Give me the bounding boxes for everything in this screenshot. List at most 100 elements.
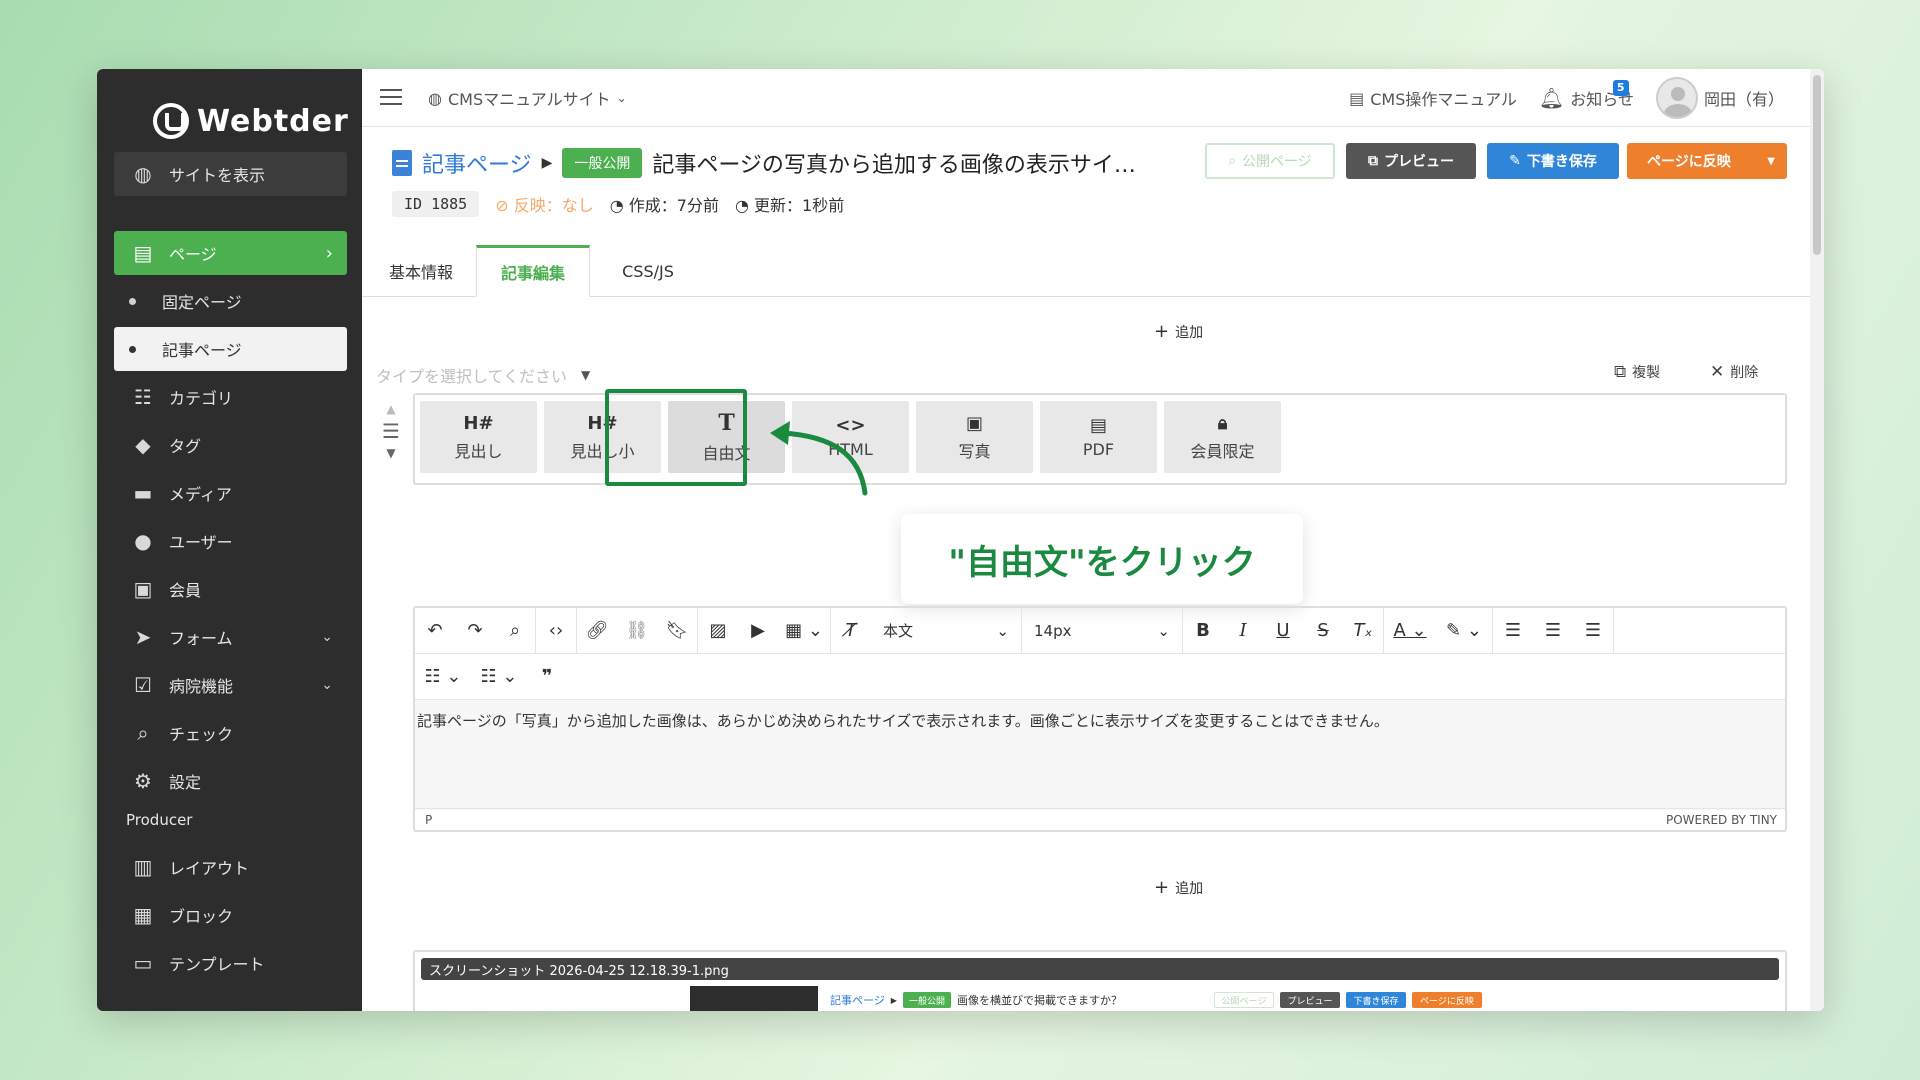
redo-icon[interactable]: ↷ <box>455 620 495 641</box>
thumbnail-sidebar <box>690 986 818 1011</box>
scrollbar[interactable] <box>1810 69 1824 1011</box>
sidebar-item-label: カテゴリ <box>169 389 234 408</box>
editor-content[interactable]: 記事ページの「写真」から追加した画像は、あらかじめ決められたサイズで表示されます… <box>415 700 1785 810</box>
align-right-icon[interactable]: ☰ <box>1573 620 1613 641</box>
chevron-down-icon: ⌄ <box>321 677 333 693</box>
webtder-logo-icon <box>153 103 189 139</box>
bullet-list-icon[interactable]: ☷ ⌄ <box>471 666 527 687</box>
sidebar-item-label: タグ <box>169 437 202 456</box>
sidebar-item-block[interactable]: ▦ ブロック <box>114 893 347 937</box>
link-icon[interactable]: 🔗︎ <box>577 620 617 641</box>
bold-icon[interactable]: B <box>1183 620 1223 641</box>
editor-statusbar: P POWERED BY TINY <box>415 808 1785 830</box>
media-icon[interactable]: ▶ <box>738 620 778 641</box>
sidebar-item-hospital[interactable]: ☑ 病院機能 ⌄ <box>114 663 347 707</box>
clipboard-check-icon: ☑ <box>134 673 152 697</box>
blockquote-icon[interactable]: ❞ <box>527 666 567 687</box>
editor-toolbar-row-1: ↶ ↷ ⌕ ‹› 🔗︎ ⛓ 🔖︎ ▨ ▶ ▦ ⌄ T̸ 本文 ⌄ 14px ⌄ … <box>415 607 1785 654</box>
category-icon: ☷ <box>134 385 152 409</box>
thumbnail-title: 画像を横並びで掲載できますか？ <box>956 994 1122 1007</box>
remove-format-icon[interactable]: Tₓ <box>1343 620 1383 641</box>
source-code-icon[interactable]: ‹› <box>536 620 576 641</box>
align-center-icon[interactable]: ☰ <box>1533 620 1573 641</box>
monitor-icon: ▭ <box>133 951 153 975</box>
highlight-color-icon[interactable]: ✎ ⌄ <box>1436 620 1492 641</box>
sidebar-item-fixed-page[interactable]: 固定ページ <box>114 279 347 323</box>
table-icon[interactable]: ▦ ⌄ <box>778 620 830 641</box>
caret-right-icon: ▶ <box>890 995 897 1005</box>
sidebar-item-media[interactable]: ▬ メディア <box>114 471 347 515</box>
sidebar-item-label: 病院機能 <box>169 677 234 696</box>
image-thumbnail[interactable]: 記事ページ ▶ 一般公開 画像を横並びで掲載できますか？ 公開ページ プレビュー… <box>690 986 1490 1011</box>
powered-by-tiny[interactable]: POWERED BY TINY <box>1666 813 1777 827</box>
sidebar-item-label: テンプレート <box>169 955 265 974</box>
sidebar-item-label: レイアウト <box>169 859 250 878</box>
font-size-value: 14px <box>1034 621 1072 640</box>
bullet-icon <box>129 345 136 353</box>
text-color-icon[interactable]: A ⌄ <box>1384 620 1436 641</box>
editor-toolbar-row-2: ☷ ⌄ ☷ ⌄ ❞ <box>415 654 1785 700</box>
brand-logo[interactable]: Webtder <box>153 99 349 143</box>
thumbnail-status-badge: 一般公開 <box>902 992 951 1008</box>
add-block-button-bottom[interactable]: + 追加 <box>1154 877 1203 898</box>
folder-icon: ▬ <box>133 481 153 505</box>
italic-icon[interactable]: I <box>1223 620 1263 641</box>
strikethrough-icon[interactable]: S <box>1303 620 1343 641</box>
page-icon: ▤ <box>133 241 153 265</box>
producer-heading: Producer <box>126 811 193 829</box>
block-format-value: 本文 <box>883 622 914 640</box>
sidebar-item-user[interactable]: ● ユーザー <box>114 519 347 563</box>
thumbnail-crumb: 記事ページ <box>830 994 885 1007</box>
chevron-down-icon: ⌄ <box>996 621 1009 640</box>
numbered-list-icon[interactable]: ☷ ⌄ <box>415 666 471 687</box>
sidebar-item-site-view[interactable]: ◍ サイトを表示 <box>114 152 347 196</box>
chevron-down-icon: ⌄ <box>321 629 333 645</box>
gear-icon: ⚙ <box>134 769 152 793</box>
chevron-right-icon: › <box>325 242 333 264</box>
sidebar-item-label: サイトを表示 <box>169 166 266 185</box>
thumbnail-header: 記事ページ ▶ 一般公開 画像を横並びで掲載できますか？ 公開ページ プレビュー… <box>830 992 1482 1008</box>
sidebar-item-label: ユーザー <box>169 533 233 552</box>
sidebar: Webtder ◍ サイトを表示 ▤ ページ › 固定ページ 記事ページ ☷ カ… <box>97 69 362 1011</box>
element-path[interactable]: P <box>425 813 432 827</box>
sidebar-item-form[interactable]: ➤ フォーム ⌄ <box>114 615 347 659</box>
sidebar-item-label: 会員 <box>169 581 202 600</box>
brand-name: Webtder <box>197 103 349 139</box>
sidebar-item-article-page[interactable]: 記事ページ <box>114 327 347 371</box>
bullet-icon <box>129 297 136 305</box>
sidebar-item-layout[interactable]: ▥ レイアウト <box>114 845 347 889</box>
thumbnail-draft-button: 下書き保存 <box>1345 992 1406 1008</box>
undo-icon[interactable]: ↶ <box>415 620 455 641</box>
tag-icon: ◆ <box>135 433 151 457</box>
user-icon: ● <box>134 529 152 553</box>
underline-icon[interactable]: U <box>1263 620 1303 641</box>
sidebar-item-label: ページ <box>169 245 217 264</box>
image-icon[interactable]: ▨ <box>698 620 738 641</box>
sidebar-item-tag[interactable]: ◆ タグ <box>114 423 347 467</box>
sidebar-item-label: ブロック <box>169 907 234 926</box>
sidebar-item-member[interactable]: ▣ 会員 <box>114 567 347 611</box>
block-format-select[interactable]: 本文 ⌄ <box>871 608 1021 654</box>
sidebar-item-label: チェック <box>169 725 234 744</box>
sidebar-item-category[interactable]: ☷ カテゴリ <box>114 375 347 419</box>
add-label: 追加 <box>1175 880 1204 897</box>
main-content: ◍ CMSマニュアルサイト ⌄ ▤ CMS操作マニュアル 🔔︎ お知らせ 5 岡… <box>362 69 1824 1011</box>
font-size-select[interactable]: 14px ⌄ <box>1022 608 1182 654</box>
instruction-callout: "自由文"をクリック <box>901 514 1303 604</box>
sidebar-item-label: 記事ページ <box>162 341 242 360</box>
sidebar-item-settings[interactable]: ⚙ 設定 <box>114 759 347 803</box>
plus-icon: + <box>1154 877 1170 898</box>
sidebar-item-label: メディア <box>169 485 232 504</box>
bookmark-icon[interactable]: 🔖︎ <box>657 620 697 641</box>
blocks-icon: ▦ <box>133 903 153 927</box>
unlink-icon[interactable]: ⛓ <box>617 620 657 641</box>
clear-format-icon[interactable]: T̸ <box>831 620 871 641</box>
image-caption: スクリーンショット 2026-04-25 12.18.39-1.png <box>421 958 1779 980</box>
sidebar-item-template[interactable]: ▭ テンプレート <box>114 941 347 985</box>
find-icon[interactable]: ⌕ <box>495 620 535 641</box>
sidebar-item-check[interactable]: ⌕ チェック <box>114 711 347 755</box>
align-left-icon[interactable]: ☰ <box>1493 620 1533 641</box>
sidebar-item-page[interactable]: ▤ ページ › <box>114 231 347 275</box>
member-card-icon: ▣ <box>133 577 153 601</box>
sidebar-item-label: 固定ページ <box>162 293 242 312</box>
